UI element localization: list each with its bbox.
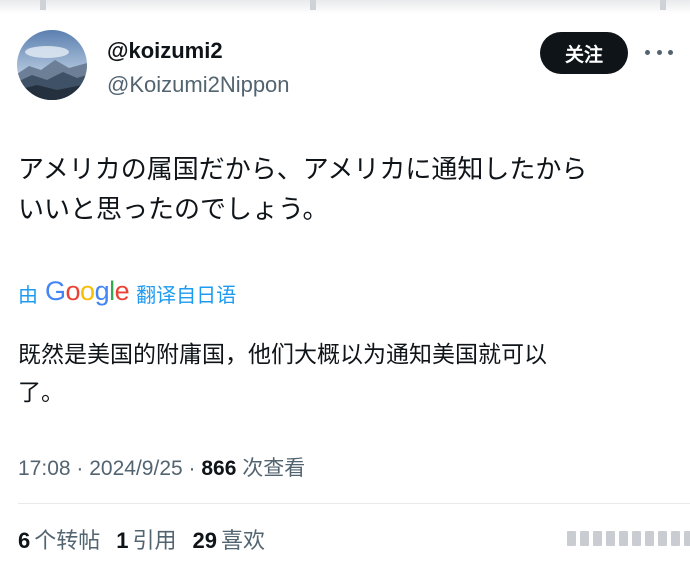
mountain-landscape-avatar bbox=[17, 30, 87, 100]
quotes-count: 1 bbox=[116, 528, 129, 553]
user-handle[interactable]: @Koizumi2Nippon bbox=[107, 72, 290, 98]
google-logo: Google bbox=[45, 275, 130, 306]
engagement-stats: 6 个转帖 1 引用 29 喜欢 bbox=[18, 523, 281, 555]
translation-link[interactable]: 由 Google 翻译自日语 bbox=[18, 276, 236, 310]
watermark-logo bbox=[566, 530, 690, 547]
meta-separator: · bbox=[188, 457, 196, 480]
translation-prefix: 由 bbox=[18, 282, 38, 307]
strip-tick bbox=[310, 0, 316, 10]
tweet-meta: 17:08 · 2024/9/25 · 866 次查看 bbox=[18, 452, 305, 482]
top-strip bbox=[0, 0, 690, 14]
tweet-date[interactable]: 2024/9/25 bbox=[89, 457, 182, 480]
dot bbox=[656, 49, 662, 55]
likes-label: 喜欢 bbox=[221, 529, 266, 554]
reposts-count: 6 bbox=[18, 528, 31, 553]
likes-stat[interactable]: 29 喜欢 bbox=[193, 523, 266, 555]
follow-button[interactable]: 关注 bbox=[540, 32, 628, 74]
dot bbox=[668, 49, 673, 55]
translation-suffix: 翻译自日语 bbox=[136, 282, 237, 307]
tweet-time[interactable]: 17:08 bbox=[18, 457, 71, 480]
views-count: 866 bbox=[201, 457, 237, 480]
translated-text: 既然是美国的附庸国，他们大概以为通知美国就可以 了。 bbox=[18, 342, 547, 406]
reposts-stat[interactable]: 6 个转帖 bbox=[18, 523, 100, 555]
quotes-label: 引用 bbox=[132, 529, 177, 554]
avatar[interactable] bbox=[17, 30, 87, 100]
more-horizontal-icon[interactable] bbox=[645, 40, 673, 64]
views-label: 次查看 bbox=[242, 456, 306, 480]
meta-separator: · bbox=[76, 457, 84, 480]
dot bbox=[645, 49, 650, 55]
divider bbox=[18, 503, 690, 504]
strip-tick bbox=[660, 0, 666, 10]
reposts-label: 个转帖 bbox=[34, 529, 101, 554]
display-name[interactable]: @koizumi2 bbox=[107, 38, 223, 64]
strip-tick bbox=[40, 0, 46, 10]
quotes-stat[interactable]: 1 引用 bbox=[116, 523, 176, 555]
tweet-text: アメリカの属国だから、アメリカに通知したから いいと思ったのでしょう。 bbox=[18, 155, 588, 225]
likes-count: 29 bbox=[192, 528, 218, 553]
